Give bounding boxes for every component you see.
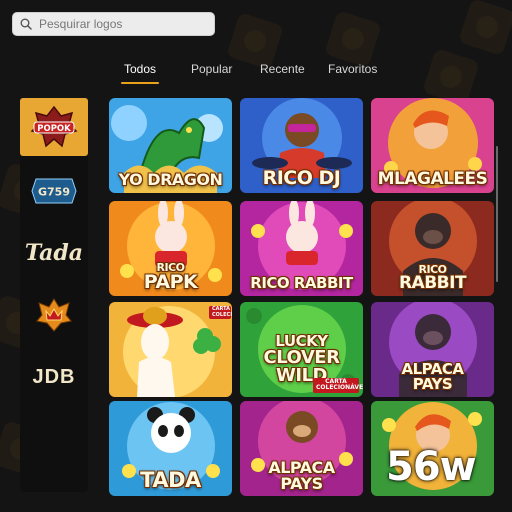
game-card-rico-rabbit[interactable]: RICO RABBIT: [240, 201, 363, 296]
game-title: YO DRAGON: [118, 170, 223, 189]
game-card-yo-dragon[interactable]: YO DRAGON: [109, 98, 232, 193]
game-card-rico-dj[interactable]: RICO DJ: [240, 98, 363, 193]
provider-crown[interactable]: [20, 286, 88, 344]
tab-favoritos[interactable]: Favoritos: [328, 62, 377, 76]
popok-logo: POPOK: [30, 105, 78, 148]
card-tag: CARTA COLECIONÁVEL: [209, 306, 232, 319]
game-title: RICO RABBIT: [398, 263, 467, 293]
tab-popular[interactable]: Popular: [191, 62, 232, 76]
provider-sidebar: POPOK G759 Tada JDB: [20, 98, 88, 492]
tab-recente[interactable]: Recente: [260, 62, 305, 76]
game-card-rico-papk[interactable]: RICO PAPK: [109, 201, 232, 296]
provider-label: JDB: [32, 365, 76, 388]
game-title: TADA: [140, 468, 201, 492]
provider-popok[interactable]: POPOK: [20, 98, 88, 156]
game-card-alpaca-pays[interactable]: ALPACA PAYS: [371, 302, 494, 397]
game-title: ALPACA PAYS: [268, 458, 335, 493]
crown-badge-icon: [36, 298, 72, 332]
search-icon: [20, 18, 32, 30]
game-title: RICO PAPK: [143, 261, 198, 293]
provider-jdb[interactable]: JDB: [20, 348, 88, 406]
game-card-mlagalees[interactable]: MLAGALEES: [371, 98, 494, 193]
watermark: 56w: [386, 444, 477, 490]
category-tabs: Todos Popular Recente Favoritos: [0, 62, 512, 84]
grid-scrollbar[interactable]: [496, 146, 498, 282]
provider-label: POPOK: [37, 124, 71, 134]
game-title: RICO DJ: [262, 167, 341, 189]
provider-g759[interactable]: G759: [20, 162, 88, 220]
g759-logo: G759: [31, 178, 77, 204]
game-card-alpaca-pays-2[interactable]: ALPACA PAYS: [240, 401, 363, 496]
game-card-tada[interactable]: TADA: [109, 401, 232, 496]
provider-label: G759: [38, 186, 70, 199]
provider-label: Tada: [24, 240, 84, 266]
search-bar[interactable]: [12, 12, 215, 36]
game-card-alpaca[interactable]: CARTA COLECIONÁVEL: [109, 302, 232, 397]
card-tag: CARTA COLECIONÁVELE: [313, 377, 363, 393]
search-input[interactable]: [37, 16, 211, 32]
game-title: RICO RABBIT: [250, 274, 353, 292]
provider-tada[interactable]: Tada: [20, 224, 88, 282]
game-title: MLAGALEES: [377, 169, 488, 189]
game-grid: YO DRAGON RICO DJ MLAGALEES RICO PAPK RI…: [109, 98, 495, 496]
tab-todos[interactable]: Todos: [120, 62, 160, 84]
game-card-lucky-clover-wild[interactable]: LUCKY CLOVER WILD CARTA COLECIONÁVELE: [240, 302, 363, 397]
game-card-rico-rabbit-2[interactable]: RICO RABBIT: [371, 201, 494, 296]
game-title: ALPACA PAYS: [401, 360, 464, 393]
